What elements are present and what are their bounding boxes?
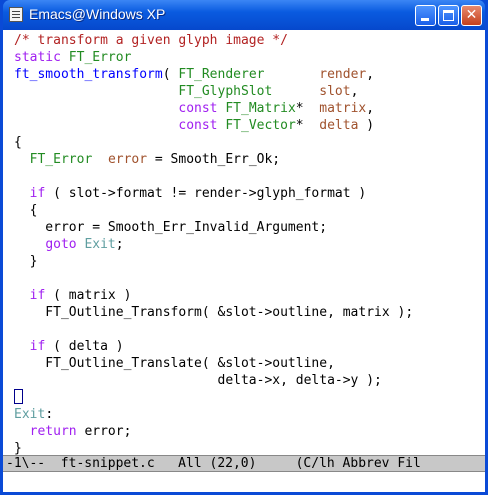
code-token: Exit: [14, 407, 46, 422]
code-line[interactable]: const FT_Matrix* matrix,: [14, 100, 413, 117]
code-token: /* transform a given glyph image */: [14, 33, 288, 48]
code-token: goto: [45, 237, 77, 252]
code-area[interactable]: /* transform a given glyph image */stati…: [14, 32, 413, 455]
code-line[interactable]: Exit:: [14, 406, 413, 423]
code-line[interactable]: FT_Outline_Transform( &slot->outline, ma…: [14, 304, 413, 321]
code-token: error;: [76, 424, 132, 439]
code-token: ,: [350, 84, 359, 99]
code-token: FT_Error: [29, 152, 93, 167]
code-token: ( matrix ): [45, 288, 132, 303]
maximize-button[interactable]: [438, 5, 459, 26]
code-line[interactable]: [14, 389, 413, 406]
code-line[interactable]: goto Exit;: [14, 236, 413, 253]
code-token: ,: [366, 101, 375, 116]
code-token: :: [45, 407, 54, 422]
code-token: FT_Outline_Transform( &slot->outline, ma…: [14, 305, 414, 320]
editor-buffer[interactable]: /* transform a given glyph image */stati…: [3, 30, 485, 455]
code-line[interactable]: /* transform a given glyph image */: [14, 32, 413, 49]
code-line[interactable]: if ( matrix ): [14, 287, 413, 304]
text-cursor: [14, 389, 23, 404]
code-token: ( slot->format != render->glyph_format ): [45, 186, 367, 201]
code-line[interactable]: if ( slot->format != render->glyph_forma…: [14, 185, 413, 202]
code-token: ft_smooth_transform: [14, 67, 163, 82]
code-line[interactable]: return error;: [14, 423, 413, 440]
code-line[interactable]: delta->x, delta->y );: [14, 372, 413, 389]
code-token: *: [295, 118, 320, 133]
code-token: FT_Renderer: [178, 67, 265, 82]
code-token: error = Smooth_Err_Invalid_Argument;: [14, 220, 328, 235]
code-token: Exit: [84, 237, 116, 252]
code-token: return: [29, 424, 77, 439]
code-line[interactable]: FT_Error error = Smooth_Err_Ok;: [14, 151, 413, 168]
code-token: delta: [319, 118, 359, 133]
code-token: = Smooth_Err_Ok;: [147, 152, 281, 167]
code-line[interactable]: [14, 168, 413, 185]
code-token: ): [358, 118, 375, 133]
code-line[interactable]: }: [14, 440, 413, 455]
code-line[interactable]: if ( delta ): [14, 338, 413, 355]
emacs-app-icon[interactable]: [9, 7, 23, 22]
code-token: {: [14, 203, 38, 218]
code-token: const: [178, 101, 218, 116]
code-token: {: [14, 135, 22, 150]
title-bar[interactable]: Emacs@Windows XP ✕: [3, 0, 485, 30]
minimize-icon: [421, 18, 429, 21]
code-token: static: [14, 50, 61, 65]
code-token: FT_Error: [68, 50, 132, 65]
code-token: FT_Matrix: [225, 101, 296, 116]
code-line[interactable]: FT_GlyphSlot slot,: [14, 83, 413, 100]
code-token: delta->x, delta->y );: [14, 373, 382, 388]
code-line[interactable]: FT_Outline_Translate( &slot->outline,: [14, 355, 413, 372]
code-token: *: [295, 101, 320, 116]
close-icon: ✕: [465, 7, 478, 23]
code-line[interactable]: static FT_Error: [14, 49, 413, 66]
minibuffer[interactable]: [3, 472, 485, 492]
code-line[interactable]: error = Smooth_Err_Invalid_Argument;: [14, 219, 413, 236]
code-token: slot: [319, 84, 351, 99]
code-token: if: [29, 288, 46, 303]
mode-line[interactable]: -1\-- ft-snippet.c All (22,0) (C/lh Abbr…: [3, 455, 485, 472]
code-token: error: [107, 152, 148, 167]
code-line[interactable]: {: [14, 134, 413, 151]
code-token: ,: [366, 67, 375, 82]
code-token: const: [178, 118, 218, 133]
code-token: FT_Vector: [225, 118, 296, 133]
code-line[interactable]: [14, 270, 413, 287]
minimize-button[interactable]: [415, 5, 436, 26]
code-token: ( delta ): [45, 339, 124, 354]
close-button[interactable]: ✕: [461, 5, 482, 26]
mode-line-text: -1\-- ft-snippet.c All (22,0) (C/lh Abbr…: [6, 456, 421, 471]
code-token: FT_Outline_Translate( &slot->outline,: [14, 356, 335, 371]
code-line[interactable]: }: [14, 253, 413, 270]
code-token: matrix: [319, 101, 367, 116]
window-title: Emacs@Windows XP: [29, 6, 166, 22]
code-token: if: [29, 186, 46, 201]
code-token: ;: [115, 237, 124, 252]
code-token: FT_GlyphSlot: [178, 84, 273, 99]
code-token: }: [14, 254, 38, 269]
code-line[interactable]: const FT_Vector* delta ): [14, 117, 413, 134]
code-token: }: [14, 441, 22, 455]
code-token: (: [162, 67, 179, 82]
code-line[interactable]: ft_smooth_transform( FT_Renderer render,: [14, 66, 413, 83]
code-line[interactable]: {: [14, 202, 413, 219]
code-token: render: [319, 67, 367, 82]
code-line[interactable]: [14, 321, 413, 338]
code-token: if: [29, 339, 46, 354]
maximize-icon: [443, 10, 454, 21]
